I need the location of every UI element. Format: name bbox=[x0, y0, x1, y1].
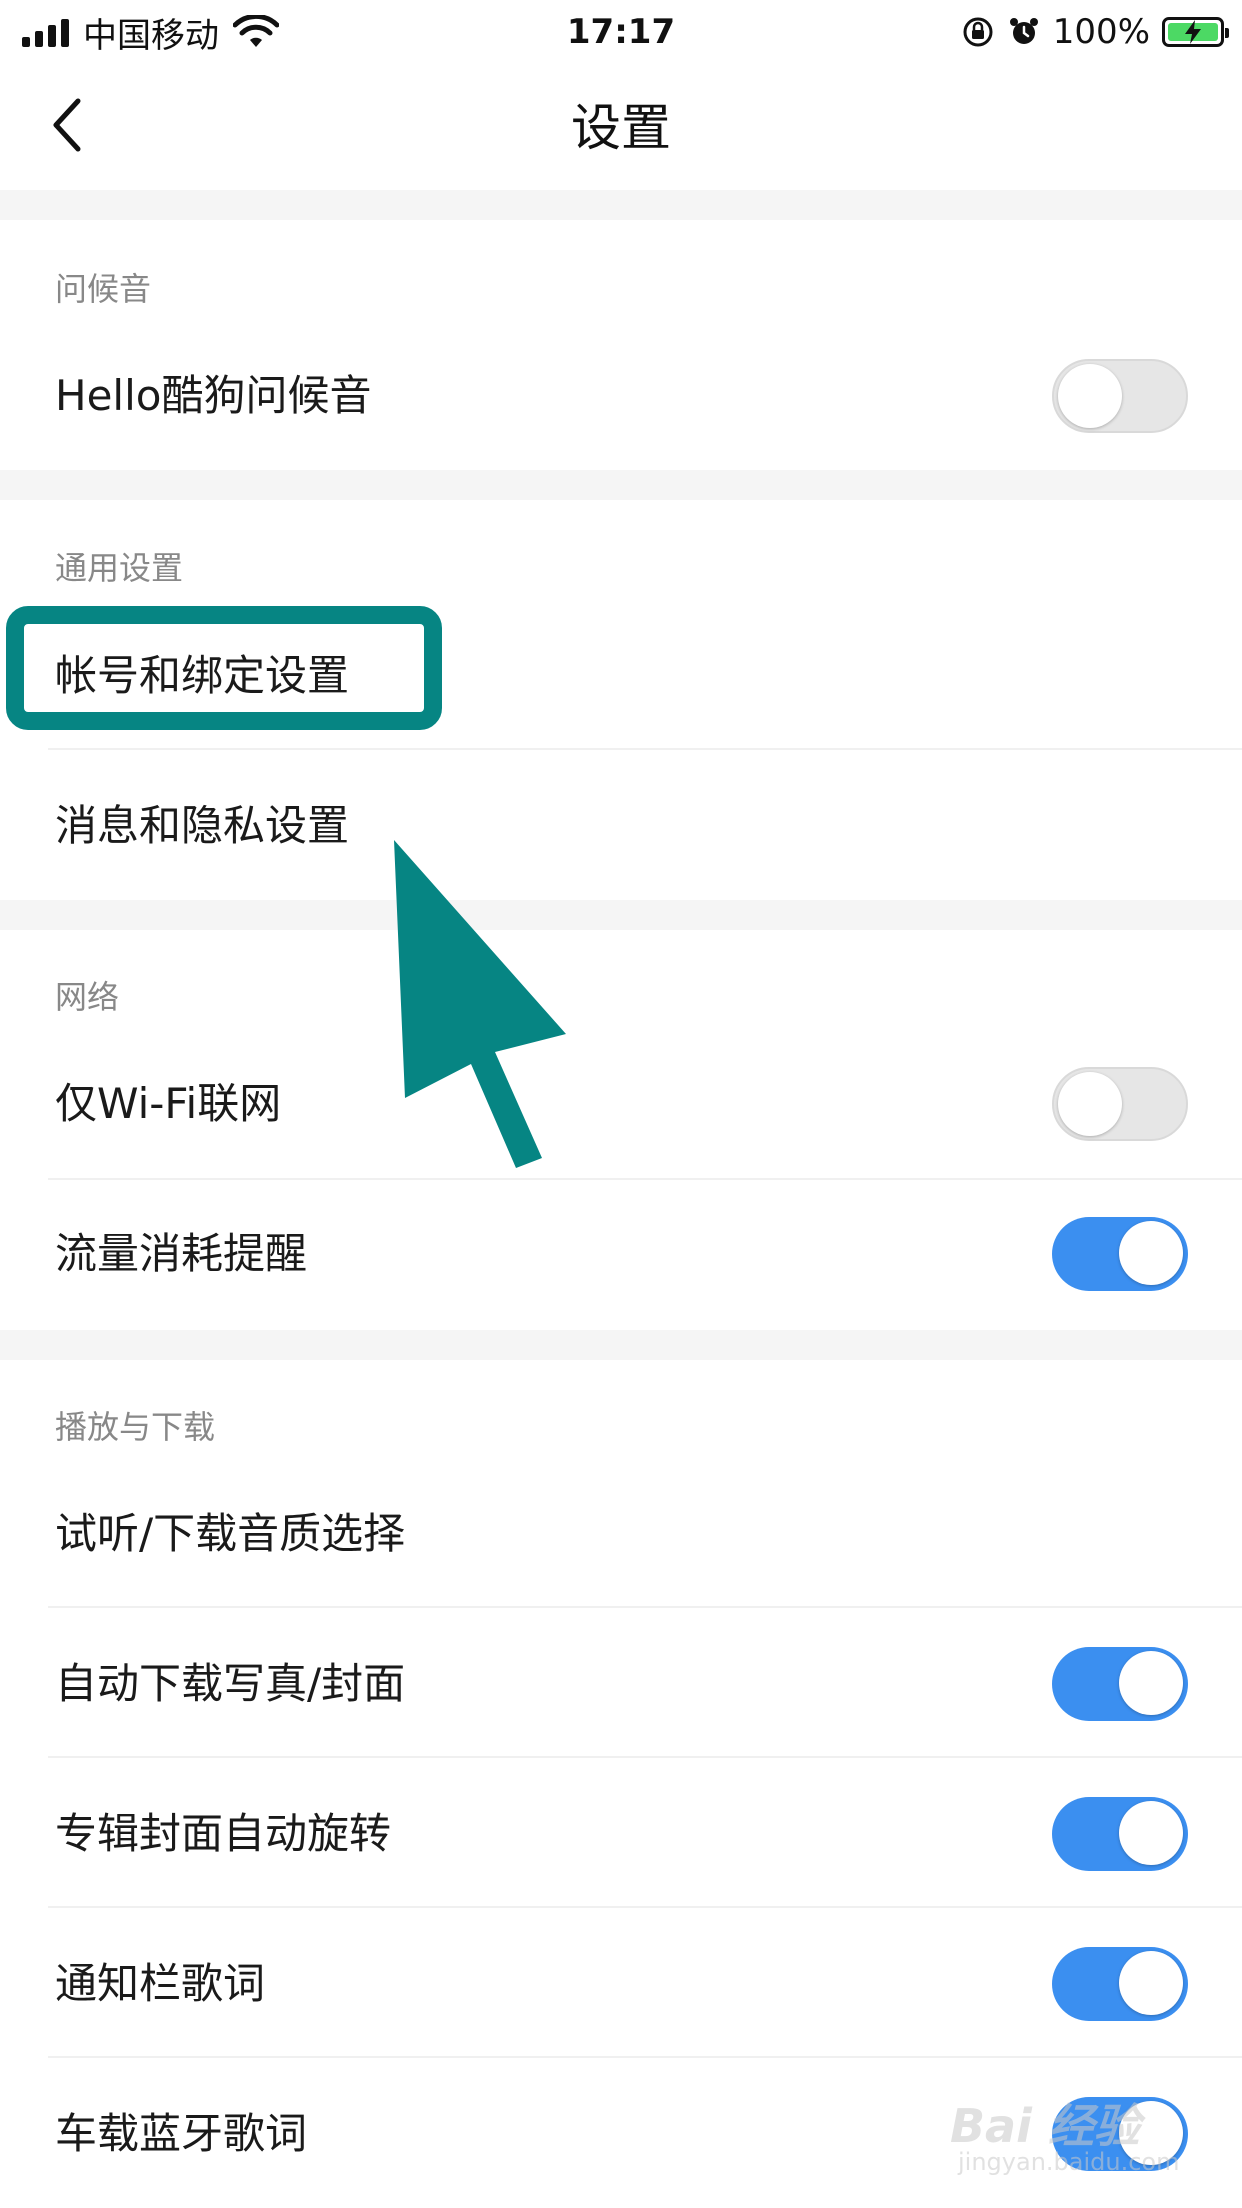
section-header-greeting: 问候音 bbox=[55, 270, 152, 308]
auto-download-toggle[interactable] bbox=[1052, 1647, 1188, 1721]
section-gap bbox=[0, 1330, 1242, 1360]
section-gap bbox=[0, 190, 1242, 220]
hello-greeting-toggle[interactable] bbox=[1052, 359, 1188, 433]
divider bbox=[48, 748, 1242, 750]
row-label: 消息和隐私设置 bbox=[55, 801, 350, 850]
highlight-box bbox=[6, 606, 442, 730]
battery-charging-icon bbox=[1162, 17, 1229, 47]
wifi-only-toggle[interactable] bbox=[1052, 1067, 1188, 1141]
divider bbox=[48, 1906, 1242, 1908]
row-label: 专辑封面自动旋转 bbox=[55, 1809, 392, 1858]
divider bbox=[48, 2056, 1242, 2058]
divider bbox=[48, 1606, 1242, 1608]
row-label: 车载蓝牙歌词 bbox=[55, 2109, 308, 2158]
nav-bar: 设置 bbox=[0, 62, 1242, 190]
section-header-network: 网络 bbox=[55, 978, 120, 1016]
alarm-icon bbox=[1009, 18, 1038, 44]
row-label: Hello酷狗问候音 bbox=[55, 371, 372, 420]
section-gap bbox=[0, 900, 1242, 930]
section-header-playback: 播放与下载 bbox=[55, 1408, 216, 1446]
battery-percentage: 100% bbox=[1052, 12, 1150, 52]
data-alert-toggle[interactable] bbox=[1052, 1217, 1188, 1291]
section-gap bbox=[0, 470, 1242, 500]
row-label: 自动下载写真/封面 bbox=[55, 1659, 406, 1708]
rotation-lock-icon bbox=[963, 17, 993, 47]
status-bar: 中国移动 17:17 100% bbox=[0, 0, 1242, 62]
row-label: 试听/下载音质选择 bbox=[55, 1509, 406, 1558]
row-label: 仅Wi-Fi联网 bbox=[55, 1079, 282, 1128]
divider bbox=[48, 1178, 1242, 1180]
pointer-arrow-icon bbox=[394, 840, 566, 1168]
page-title: 设置 bbox=[571, 99, 671, 157]
row-label: 通知栏歌词 bbox=[55, 1959, 266, 2008]
divider bbox=[48, 1756, 1242, 1758]
row-label: 流量消耗提醒 bbox=[55, 1229, 308, 1278]
watermark-logo: Bai 经验 jingyan.baidu.com bbox=[950, 2099, 1180, 2176]
rotate-cover-toggle[interactable] bbox=[1052, 1797, 1188, 1871]
notification-lyrics-toggle[interactable] bbox=[1052, 1947, 1188, 2021]
section-header-general: 通用设置 bbox=[55, 549, 184, 587]
